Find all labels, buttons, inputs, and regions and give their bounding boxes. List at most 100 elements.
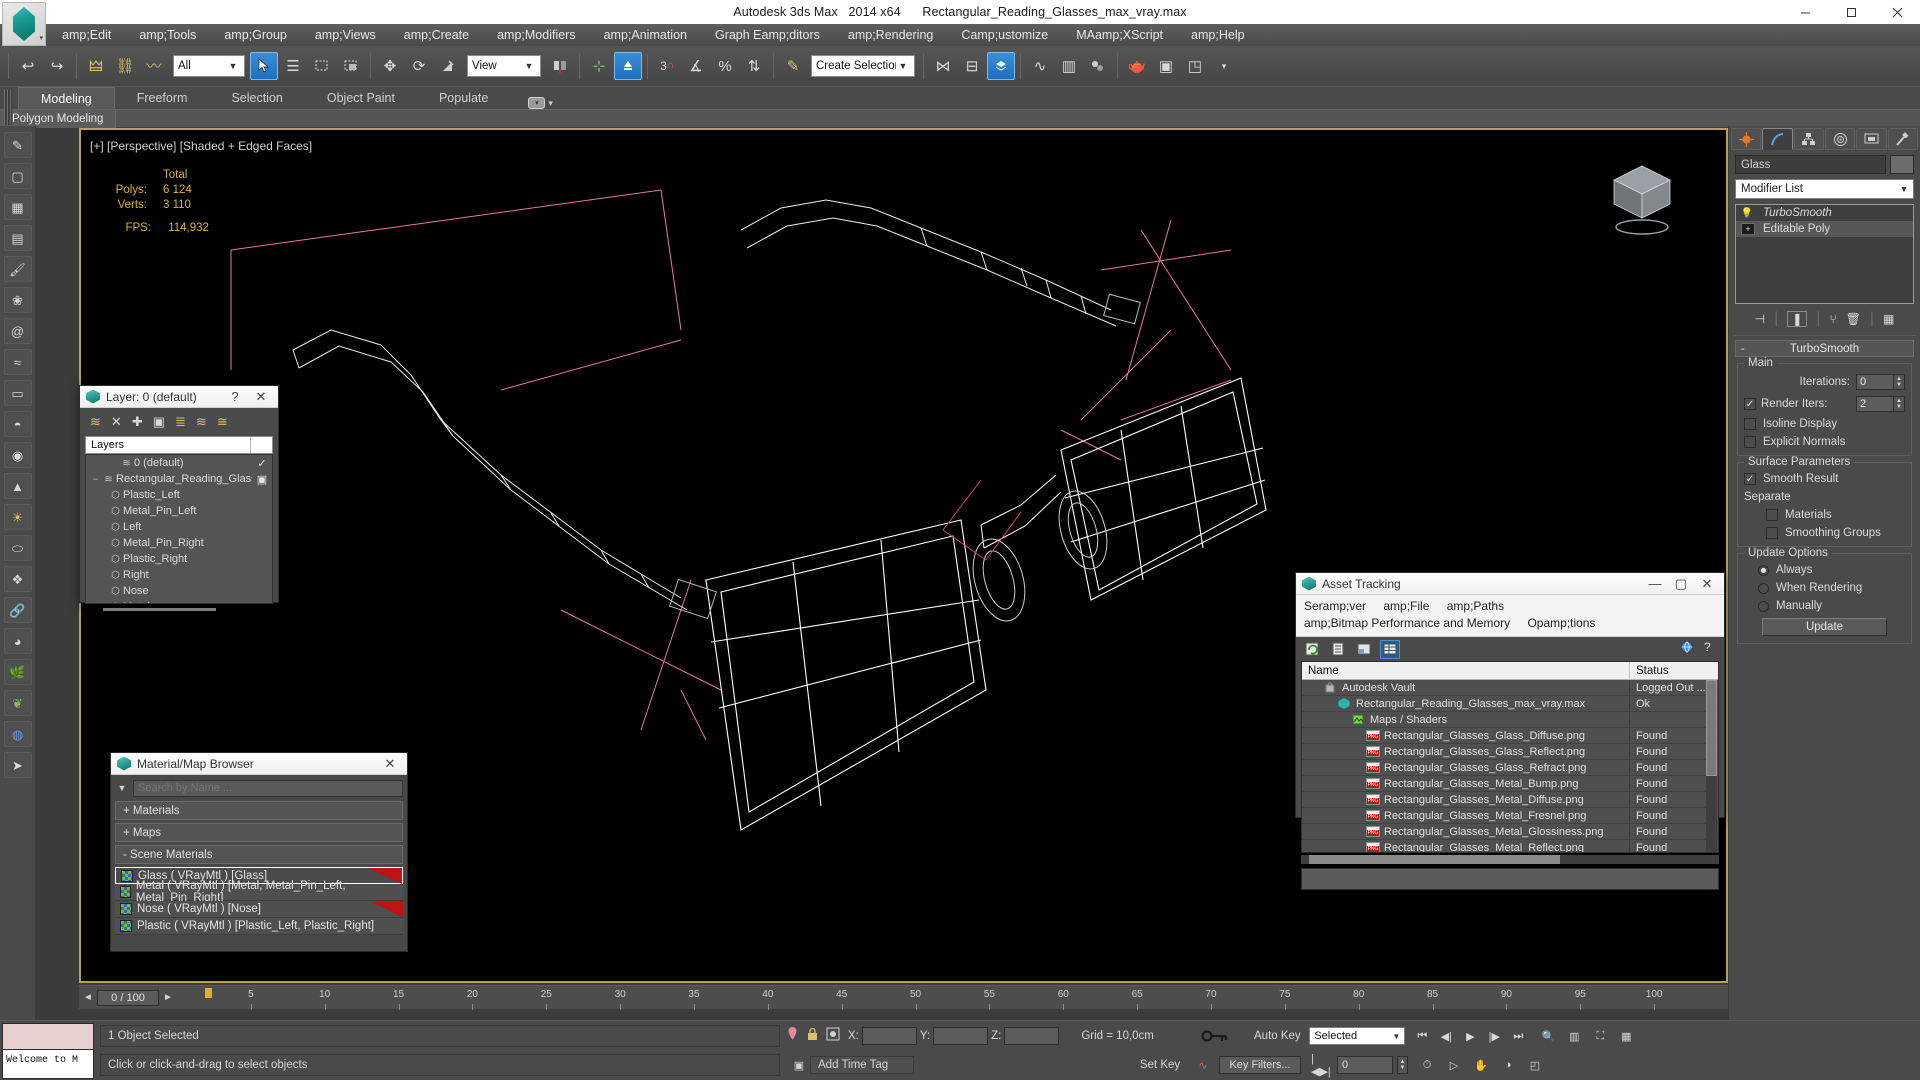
explicit-normals-checkbox[interactable]: [1744, 436, 1756, 448]
section-materials[interactable]: + Materials: [115, 801, 403, 820]
menu-item-group[interactable]: amp;Group: [210, 26, 301, 44]
zoom-extents-all-icon[interactable]: ▦: [1615, 1026, 1637, 1046]
key-mode-combo[interactable]: Selected ▼: [1309, 1027, 1406, 1045]
layer-row[interactable]: ⬡ Left: [86, 519, 272, 535]
close-button[interactable]: [1874, 0, 1920, 24]
align-button[interactable]: ⊟: [958, 52, 986, 80]
rendered-frame-window-button[interactable]: ▣: [1152, 52, 1180, 80]
modifier-stack[interactable]: 💡 TurboSmooth + Editable Poly: [1735, 204, 1914, 304]
separate-smoothing-groups-row[interactable]: Smoothing Groups: [1744, 527, 1905, 539]
minimize-icon[interactable]: —: [1642, 576, 1668, 591]
play-icon[interactable]: ▶: [1459, 1026, 1481, 1046]
separate-smoothing-groups-checkbox[interactable]: [1766, 527, 1778, 539]
named-selection-set-combo[interactable]: Create Selection Se ▼: [811, 55, 915, 77]
scrollbar-thumb[interactable]: [1309, 855, 1560, 864]
curve-editor-button[interactable]: ∿: [1026, 52, 1054, 80]
object-name-field[interactable]: Glass: [1735, 155, 1886, 174]
pan-hand-icon[interactable]: ✋: [1470, 1055, 1492, 1075]
snaps-toggle-button[interactable]: 3 ∩: [653, 52, 681, 80]
menu-item-maxscript[interactable]: MAamp;XScript: [1062, 26, 1177, 44]
layer-properties-icon[interactable]: ≅: [217, 415, 228, 428]
separate-materials-row[interactable]: Materials: [1744, 509, 1905, 521]
application-menu-button[interactable]: ▾: [2, 2, 46, 46]
delete-layer-icon[interactable]: ✕: [111, 415, 122, 428]
layer-list[interactable]: ≋ 0 (default) ✓ − ≋ Rectangular_Reading_…: [85, 454, 273, 604]
tool-cone-icon[interactable]: ▲: [3, 473, 32, 499]
absolute-relative-toggle-icon[interactable]: [826, 1027, 840, 1046]
close-icon[interactable]: ✕: [377, 756, 403, 772]
zoom-extents-icon[interactable]: ⛶: [1589, 1026, 1611, 1046]
smooth-result-row[interactable]: ✓ Smooth Result: [1744, 473, 1905, 485]
table-row[interactable]: Rectangular_Glasses_Metal_Reflect.png Fo…: [1302, 840, 1718, 852]
pin-stack-icon[interactable]: ⊣: [1755, 313, 1765, 325]
render-production-button[interactable]: ◳: [1181, 52, 1209, 80]
track-bar[interactable]: ◄ 0 / 100 ► 5 10 15 20 25 30 35 40 45 50 55 60 65 70 7…: [79, 985, 1728, 1010]
x-field[interactable]: [861, 1027, 917, 1045]
layer-active-check[interactable]: ✓: [252, 457, 272, 470]
layer-row[interactable]: ⬡ Nose: [86, 583, 272, 599]
maximize-icon[interactable]: ▢: [1668, 576, 1694, 592]
table-row[interactable]: Rectangular_Glasses_Metal_Glossiness.png…: [1302, 824, 1718, 840]
unlink-selection-icon[interactable]: ⛓: [111, 52, 139, 80]
select-and-scale-icon[interactable]: [434, 52, 462, 80]
layer-manager-button[interactable]: [987, 52, 1015, 80]
select-and-rotate-icon[interactable]: ⟳: [405, 52, 433, 80]
tool-grid-icon[interactable]: ▦: [3, 194, 32, 220]
layer-row[interactable]: − ≋ Rectangular_Reading_Glasses ▣: [86, 471, 272, 487]
material-row[interactable]: Metal ( VRayMtl ) [Metal, Metal_Pin_Left…: [115, 880, 403, 904]
modifier-stack-item-turbosmooth[interactable]: 💡 TurboSmooth: [1736, 205, 1913, 221]
key-mode-toggle-icon[interactable]: [1185, 1029, 1245, 1043]
tool-light-icon[interactable]: ☀: [3, 504, 32, 530]
tool-balloon-icon[interactable]: ◕: [3, 628, 32, 654]
layer-row[interactable]: ≋ 0 (default) ✓: [86, 455, 272, 471]
minimize-button[interactable]: [1782, 0, 1828, 24]
isoline-display-checkbox[interactable]: [1744, 418, 1756, 430]
timeline-ruler[interactable]: 5 10 15 20 25 30 35 40 45 50 55 60 65 70 75 80 85 90 95 100: [177, 986, 1728, 1010]
tool-wave-icon[interactable]: ≈: [3, 349, 32, 375]
frame-readout[interactable]: 0 / 100: [97, 989, 159, 1006]
tool-sphere-icon[interactable]: ◓: [3, 411, 32, 437]
table-row[interactable]: Maps / Shaders: [1302, 712, 1718, 728]
tool-oval-icon[interactable]: ⬭: [3, 535, 32, 561]
list-view-icon[interactable]: [1328, 640, 1348, 659]
menu-item-views[interactable]: amp;Views: [301, 26, 390, 44]
modifier-stack-item-editable-poly[interactable]: + Editable Poly: [1736, 221, 1913, 237]
time-slider-handle[interactable]: [205, 987, 212, 998]
help-question-icon[interactable]: ?: [1701, 639, 1716, 659]
material-editor-button[interactable]: [1084, 52, 1112, 80]
expand-icon[interactable]: +: [1741, 223, 1755, 235]
tool-circle-icon[interactable]: ◉: [3, 442, 32, 468]
section-maps[interactable]: + Maps: [115, 823, 403, 842]
menu-item-graph-editors[interactable]: Graph Eamp;ditors: [701, 26, 834, 44]
tool-link-icon[interactable]: 🔗: [3, 597, 32, 623]
spinner-arrows-icon[interactable]: ▲ ▼: [1397, 1056, 1408, 1074]
detail-view-icon[interactable]: [1354, 640, 1374, 659]
maximize-button[interactable]: [1828, 0, 1874, 24]
key-mode-toggle-icon[interactable]: |◀▶|: [1311, 1053, 1333, 1078]
collapse-icon[interactable]: -: [1741, 343, 1745, 355]
remove-modifier-icon[interactable]: 🗑: [1846, 313, 1861, 325]
zoom-icon[interactable]: 🔍: [1537, 1026, 1559, 1046]
goto-start-icon[interactable]: ⏮: [1411, 1026, 1433, 1046]
update-option-when-rendering[interactable]: When Rendering: [1744, 582, 1905, 594]
bind-to-space-warp-icon[interactable]: 〰: [140, 52, 168, 80]
menu-item-help[interactable]: amp;Help: [1177, 26, 1259, 44]
menu-item-customize[interactable]: Camp;ustomize: [947, 26, 1062, 44]
tab-hierarchy[interactable]: [1793, 128, 1824, 150]
tool-tree-icon[interactable]: 🌿: [3, 659, 32, 685]
table-row[interactable]: Autodesk Vault Logged Out ...: [1302, 680, 1718, 696]
radio-always[interactable]: [1758, 564, 1769, 576]
separate-materials-checkbox[interactable]: [1766, 509, 1778, 521]
layer-row[interactable]: ⬡ Right: [86, 567, 272, 583]
layer-row[interactable]: ⬡ Plastic_Left: [86, 487, 272, 503]
ribbon-tab-populate[interactable]: Populate: [417, 87, 510, 109]
use-selection-center-icon[interactable]: ⊹: [585, 52, 613, 80]
isoline-display-row[interactable]: Isoline Display: [1744, 418, 1905, 430]
highlight-selected-icon[interactable]: ≋: [196, 415, 207, 428]
play-animation-icon[interactable]: ▷: [1443, 1055, 1465, 1075]
menu-item-create[interactable]: amp;Create: [390, 26, 483, 44]
table-row[interactable]: Rectangular_Glasses_Metal_Fresnel.png Fo…: [1302, 808, 1718, 824]
section-scene-materials[interactable]: - Scene Materials: [115, 845, 403, 864]
tool-bush-icon[interactable]: ❦: [3, 690, 32, 716]
asset-menu-server[interactable]: Seramp;ver: [1304, 599, 1366, 613]
